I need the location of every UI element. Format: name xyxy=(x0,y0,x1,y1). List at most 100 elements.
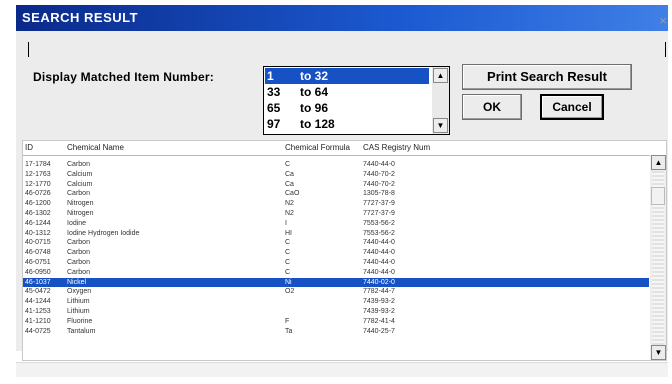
cell-id: 41-1253 xyxy=(25,307,51,315)
cell-cas: 7440-44-0 xyxy=(363,258,395,266)
cell-cas: 7440-70-2 xyxy=(363,170,395,178)
table-row[interactable]: 40-0715 Carbon C 7440-44-0 xyxy=(23,238,649,248)
cell-id: 46-0950 xyxy=(25,268,51,276)
cell-cas: 7440-44-0 xyxy=(363,239,395,247)
cell-cas: 7440-02-0 xyxy=(363,278,395,286)
display-matched-label: Display Matched Item Number: xyxy=(33,70,214,84)
range-from: 97 xyxy=(267,117,281,131)
cell-chemical-name: Nitrogen xyxy=(67,200,94,208)
cell-cas: 7440-25-7 xyxy=(363,327,395,335)
cell-cas: 7727-37-9 xyxy=(363,200,395,208)
window-title: SEARCH RESULT xyxy=(22,10,139,25)
cell-cas: 1305-78-8 xyxy=(363,190,395,198)
cell-cas: 7440-44-0 xyxy=(363,249,395,257)
column-header-cas[interactable]: CAS Registry Num xyxy=(363,143,430,152)
text-cursor-right xyxy=(665,42,666,57)
column-header-name[interactable]: Chemical Name xyxy=(67,143,124,152)
cell-id: 12-1770 xyxy=(25,180,51,188)
cell-formula: Ca xyxy=(285,180,294,188)
cell-cas: 7440-70-2 xyxy=(363,180,395,188)
table-row[interactable]: 41-1253 Lithium 7439-93-2 xyxy=(23,307,649,317)
table-rows: 17-1784 Carbon C 7440-44-0 12-1763 Calcium Ca 7… xyxy=(23,160,649,336)
table-row[interactable]: 46-0950 Carbon C 7440-44-0 xyxy=(23,268,649,278)
table-row[interactable]: 12-1770 Calcium Ca 7440-70-2 xyxy=(23,180,649,190)
scroll-down-icon[interactable]: ▼ xyxy=(433,118,448,133)
column-header-formula[interactable]: Chemical Formula xyxy=(285,143,350,152)
scroll-down-icon[interactable]: ▼ xyxy=(651,345,666,360)
table-row[interactable]: 44-1244 Lithium 7439-93-2 xyxy=(23,297,649,307)
cell-formula: C xyxy=(285,258,291,266)
cell-formula: C xyxy=(285,239,291,247)
table-row[interactable]: 12-1763 Calcium Ca 7440-70-2 xyxy=(23,170,649,180)
range-option[interactable]: 65 to 96 xyxy=(265,100,429,116)
cell-chemical-name: Lithium xyxy=(67,298,90,306)
cell-cas: 7553-56-2 xyxy=(363,219,395,227)
cell-cas: 7439-93-2 xyxy=(363,307,395,315)
table-row[interactable]: 40-1312 Iodine Hydrogen Iodide HI 7553-56-2 xyxy=(23,229,649,239)
cell-id: 12-1763 xyxy=(25,170,51,178)
cell-chemical-name: Tantalum xyxy=(67,327,96,335)
table-row[interactable]: 17-1784 Carbon C 7440-44-0 xyxy=(23,160,649,170)
cell-cas: 7782-41-4 xyxy=(363,317,395,325)
range-option[interactable]: 97 to 128 xyxy=(265,116,429,132)
cell-formula: C xyxy=(285,161,291,168)
cell-cas: 7440-44-0 xyxy=(363,161,395,168)
cell-chemical-name: Carbon xyxy=(67,258,90,266)
cell-id: 40-1312 xyxy=(25,229,51,237)
text-cursor-left xyxy=(28,42,29,57)
cell-id: 41-1210 xyxy=(25,317,51,325)
cell-formula: Ta xyxy=(285,327,293,335)
table-row[interactable]: 46-1200 Nitrogen N2 7727-37-9 xyxy=(23,199,649,209)
cell-id: 46-1244 xyxy=(25,219,51,227)
table-row[interactable]: 46-1037 Nickel Ni 7440-02-0 xyxy=(23,277,649,288)
cell-formula: C xyxy=(285,249,291,257)
cell-chemical-name: Carbon xyxy=(67,190,90,198)
range-option[interactable]: 1 to 32 xyxy=(265,68,429,84)
range-option[interactable]: 33 to 64 xyxy=(265,84,429,100)
title-bar: SEARCH RESULT xyxy=(16,5,668,31)
cell-id: 46-0748 xyxy=(25,249,51,257)
range-from: 33 xyxy=(267,85,281,99)
cell-id: 46-0751 xyxy=(25,258,51,266)
cell-id: 46-1302 xyxy=(25,209,51,217)
table-row[interactable]: 46-0748 Carbon C 7440-44-0 xyxy=(23,248,649,258)
table-row[interactable]: 46-0726 Carbon CaO 1305-78-8 xyxy=(23,189,649,199)
column-header-id[interactable]: ID xyxy=(25,143,33,152)
cell-chemical-name: Calcium xyxy=(67,180,93,188)
cell-chemical-name: Fluorine xyxy=(67,317,93,325)
table-row[interactable]: 46-1302 Nitrogen N2 7727-37-9 xyxy=(23,209,649,219)
table-row[interactable]: 46-1244 Iodine I 7553-56-2 xyxy=(23,219,649,229)
table-row[interactable]: 46-0751 Carbon C 7440-44-0 xyxy=(23,258,649,268)
cell-id: 46-0726 xyxy=(25,190,51,198)
cell-id: 40-0715 xyxy=(25,239,51,247)
scroll-up-icon[interactable]: ▲ xyxy=(433,68,448,83)
cancel-button[interactable]: Cancel xyxy=(540,94,604,120)
scrollbar-thumb[interactable] xyxy=(651,187,665,205)
close-icon[interactable]: × xyxy=(656,14,670,28)
table-scrollbar[interactable]: ▲ ▼ xyxy=(650,155,666,360)
range-listbox[interactable]: 1 to 32 33 to 64 65 to 96 97 to 128 ▲ ▼ xyxy=(263,66,450,135)
cell-cas: 7440-44-0 xyxy=(363,268,395,276)
cell-formula: HI xyxy=(285,229,292,237)
cell-chemical-name: Nitrogen xyxy=(67,209,94,217)
cell-formula: Ni xyxy=(285,278,292,286)
cell-chemical-name: Iodine xyxy=(67,219,87,227)
print-search-result-button[interactable]: Print Search Result xyxy=(462,64,632,90)
table-row[interactable]: 44-0725 Tantalum Ta 7440-25-7 xyxy=(23,327,649,337)
cell-formula: I xyxy=(285,219,287,227)
range-from: 65 xyxy=(267,101,281,115)
table-row[interactable]: 41-1210 Fluorine F 7782-41-4 xyxy=(23,317,649,327)
cell-chemical-name: Carbon xyxy=(67,239,90,247)
cell-formula: N2 xyxy=(285,209,294,217)
range-list-scrollbar[interactable]: ▲ ▼ xyxy=(432,67,449,134)
table-row[interactable]: 45-0472 Oxygen O2 7782-44-7 xyxy=(23,287,649,297)
cell-chemical-name: Calcium xyxy=(67,170,93,178)
ok-button[interactable]: OK xyxy=(462,94,522,120)
scroll-up-icon[interactable]: ▲ xyxy=(651,155,666,170)
cell-formula: C xyxy=(285,268,291,276)
cell-cas: 7439-93-2 xyxy=(363,298,395,306)
cell-id: 17-1784 xyxy=(25,161,51,168)
cell-chemical-name: Oxygen xyxy=(67,288,92,296)
cell-chemical-name: Carbon xyxy=(67,268,90,276)
cell-formula: CaO xyxy=(285,190,300,198)
